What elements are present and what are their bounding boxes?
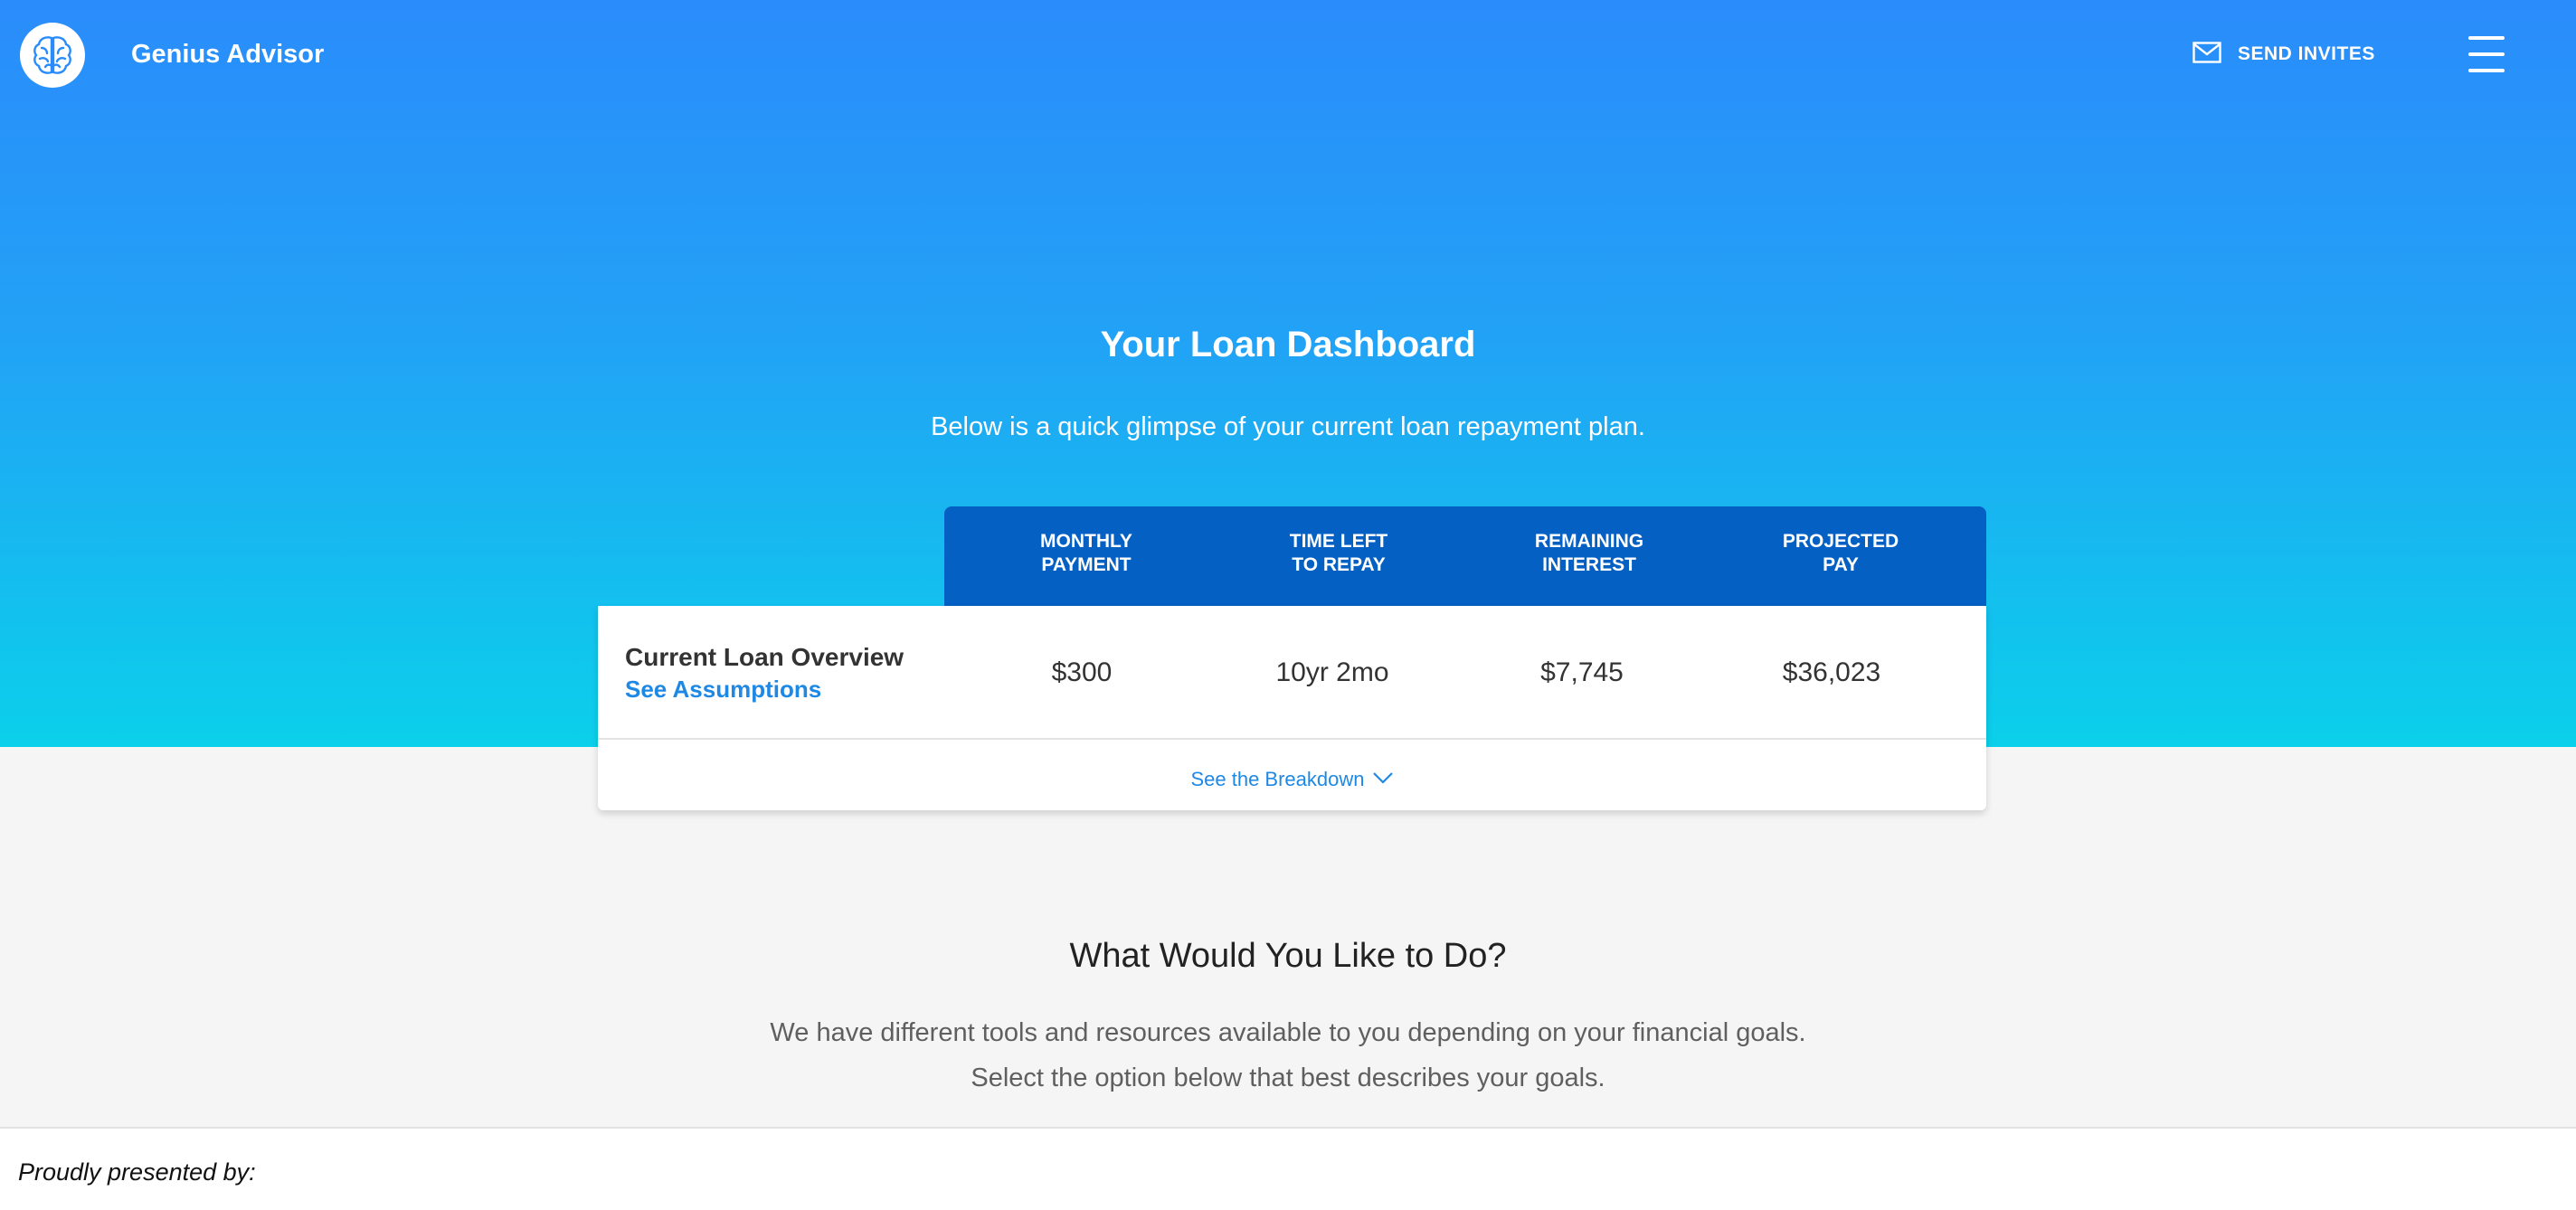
section-description: We have different tools and resources av… — [0, 1010, 2576, 1101]
top-navigation-bar: Genius Advisor SEND INVITES — [0, 0, 2576, 109]
column-header-projected-pay: PROJECTED PAY — [1714, 530, 1967, 577]
app-name[interactable]: Genius Advisor — [131, 38, 324, 71]
header-line: PAY — [1823, 554, 1859, 575]
table-row: Current Loan Overview See Assumptions $3… — [598, 606, 1986, 740]
header-line: INTEREST — [1542, 554, 1636, 575]
column-header-remaining-interest: REMAINING INTEREST — [1463, 530, 1716, 577]
envelope-icon — [2192, 41, 2221, 68]
send-invites-label: SEND INVITES — [2238, 43, 2375, 64]
footer-text: Proudly presented by: — [18, 1158, 256, 1186]
section-title: What Would You Like to Do? — [1069, 937, 1507, 975]
time-left-value: 10yr 2mo — [1275, 657, 1389, 687]
send-invites-button[interactable]: SEND INVITES — [2192, 40, 2375, 69]
hamburger-menu-icon[interactable] — [2467, 34, 2506, 74]
brain-icon[interactable] — [20, 23, 85, 88]
loan-overview-card: Current Loan Overview See Assumptions $3… — [598, 606, 1986, 810]
header-line: TO REPAY — [1292, 554, 1386, 575]
header-line: TIME LEFT — [1289, 531, 1388, 552]
section-line-2: Select the option below that best descri… — [971, 1063, 1605, 1092]
header-line: PROJECTED — [1782, 531, 1899, 552]
footer: Proudly presented by: — [0, 1127, 2576, 1210]
remaining-interest-value: $7,745 — [1540, 657, 1624, 687]
header-line: PAYMENT — [1041, 554, 1132, 575]
header-line: MONTHLY — [1040, 531, 1132, 552]
loan-overview-title: Current Loan Overview — [625, 643, 904, 671]
loan-table-header: MONTHLY PAYMENT TIME LEFT TO REPAY REMAI… — [944, 506, 1986, 606]
page-subtitle: Below is a quick glimpse of your current… — [931, 412, 1645, 441]
chevron-down-icon — [1372, 770, 1394, 789]
see-breakdown-button[interactable]: See the Breakdown — [598, 761, 1986, 798]
see-breakdown-label: See the Breakdown — [1190, 768, 1365, 790]
column-header-time-left: TIME LEFT TO REPAY — [1212, 530, 1465, 577]
column-header-monthly-payment: MONTHLY PAYMENT — [960, 530, 1213, 577]
see-assumptions-link[interactable]: See Assumptions — [625, 675, 821, 704]
monthly-payment-value: $300 — [1051, 657, 1113, 687]
projected-pay-value: $36,023 — [1782, 657, 1881, 687]
page-title: Your Loan Dashboard — [1100, 325, 1476, 364]
header-line: REMAINING — [1534, 531, 1644, 552]
section-line-1: We have different tools and resources av… — [770, 1018, 1806, 1047]
